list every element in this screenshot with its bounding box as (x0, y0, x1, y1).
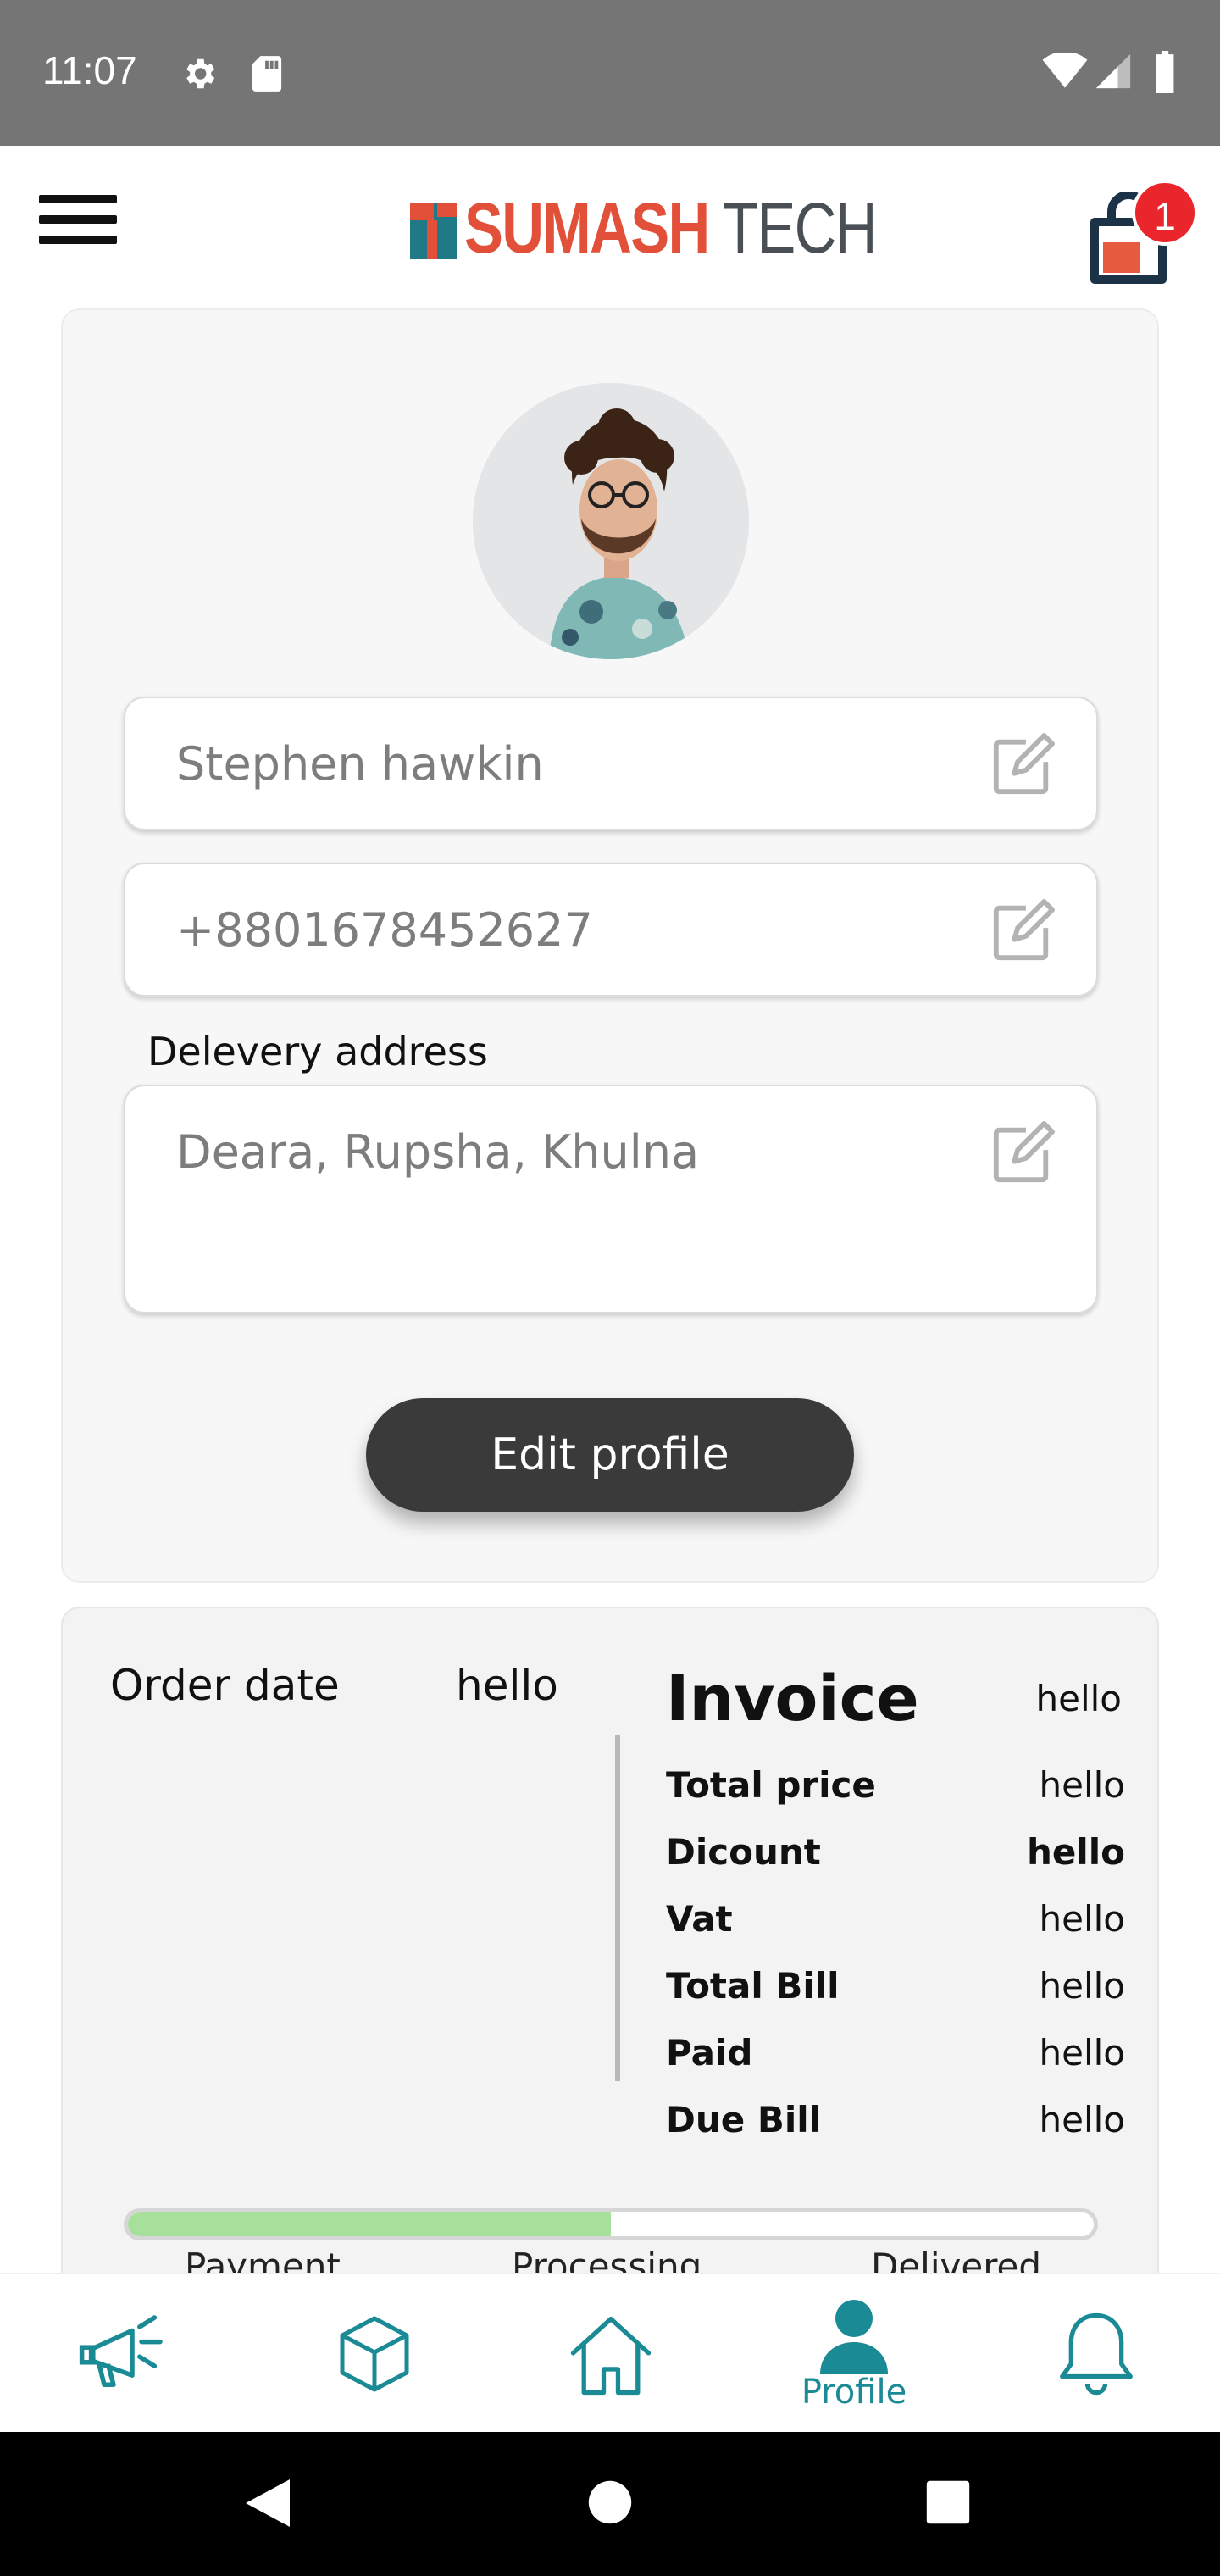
edit-icon[interactable] (990, 898, 1056, 964)
back-icon[interactable] (242, 2476, 293, 2530)
invoice-title: Invoice (666, 1663, 919, 1735)
order-card: Order date hello Invoice hello Total pri… (61, 1607, 1159, 2287)
order-progress-bar (124, 2208, 1098, 2240)
menu-button[interactable] (39, 195, 117, 258)
name-value: Stephen hawkin (176, 737, 544, 791)
brand-primary: SUMASH (464, 188, 710, 268)
brand-logo: SUMASH TECH (410, 190, 967, 266)
cart-badge: 1 (1132, 180, 1198, 246)
nav-item-announcements[interactable] (37, 2274, 207, 2434)
invoice-label: Due Bill (666, 2099, 822, 2140)
invoice-value: hello (1026, 1831, 1125, 1873)
nav-item-home[interactable] (525, 2274, 695, 2434)
address-field[interactable]: Deara, Rupsha, Khulna (124, 1085, 1098, 1313)
profile-icon (820, 2300, 888, 2374)
status-bar: 11:07 (0, 0, 1220, 146)
invoice-value: hello (1039, 2099, 1126, 2140)
bell-icon (1060, 2312, 1133, 2396)
sd-card-icon (252, 56, 282, 92)
invoice-row-vat: Vat hello (666, 1898, 1125, 1949)
invoice-label: Paid (666, 2032, 753, 2074)
edit-profile-button[interactable]: Edit profile (366, 1398, 854, 1512)
avatar-photo (473, 383, 749, 659)
nav-item-products[interactable] (290, 2274, 459, 2434)
order-progress-fill (128, 2212, 611, 2236)
nav-item-profile[interactable]: Profile (769, 2274, 939, 2434)
invoice-value: hello (1039, 1965, 1126, 2007)
invoice-label: Dicount (666, 1831, 821, 1873)
invoice-row-due-bill: Due Bill hello (666, 2099, 1125, 2150)
system-nav-bar (0, 2432, 1220, 2576)
invoice-value: hello (1039, 1898, 1126, 1940)
bottom-nav: Profile (0, 2273, 1220, 2432)
invoice-label: Total Bill (666, 1965, 840, 2007)
invoice-divider (615, 1735, 620, 2081)
invoice-row-total-bill: Total Bill hello (666, 1965, 1125, 2016)
order-date-label: Order date (110, 1661, 340, 1710)
battery-icon (1156, 51, 1174, 93)
phone-field[interactable]: +8801678452627 (124, 863, 1098, 997)
invoice-title-value: hello (1035, 1678, 1123, 1719)
home-icon (570, 2316, 652, 2396)
menu-bar (39, 215, 117, 224)
brand-name: SUMASH TECH (464, 192, 878, 264)
wifi-icon (1042, 53, 1088, 88)
invoice-value: hello (1039, 2032, 1126, 2074)
avatar[interactable] (473, 383, 749, 659)
nav-item-notifications[interactable] (1012, 2274, 1181, 2434)
home-button-icon[interactable] (587, 2479, 633, 2525)
edit-icon[interactable] (990, 1120, 1056, 1186)
gear-icon (186, 58, 215, 89)
invoice-label: Total price (666, 1764, 876, 1806)
name-field[interactable]: Stephen hawkin (124, 697, 1098, 830)
recents-icon[interactable] (925, 2479, 971, 2525)
menu-bar (39, 236, 117, 244)
invoice-row-paid: Paid hello (666, 2032, 1125, 2083)
brand-secondary: TECH (722, 188, 878, 268)
order-date-value: hello (456, 1661, 558, 1710)
menu-bar (39, 195, 117, 203)
cart-button[interactable]: 1 (1078, 180, 1198, 284)
app-bar: SUMASH TECH 1 (0, 146, 1220, 307)
status-time: 11:07 (42, 48, 137, 92)
address-value: Deara, Rupsha, Khulna (176, 1125, 700, 1179)
megaphone-icon (79, 2315, 163, 2387)
invoice-row-total-price: Total price hello (666, 1764, 1125, 1815)
signal-icon (1095, 53, 1131, 89)
phone-value: +8801678452627 (176, 903, 593, 957)
profile-card: Stephen hawkin +8801678452627 Delevery a… (61, 308, 1159, 1583)
edit-icon[interactable] (990, 732, 1056, 798)
invoice-row-discount: Dicount hello (666, 1831, 1125, 1882)
brand-mark-icon (410, 203, 458, 259)
box-icon (340, 2316, 409, 2392)
invoice-value: hello (1039, 1764, 1126, 1806)
address-label: Delevery address (147, 1029, 488, 1074)
invoice-label: Vat (666, 1898, 733, 1940)
nav-label-profile: Profile (801, 2373, 907, 2412)
